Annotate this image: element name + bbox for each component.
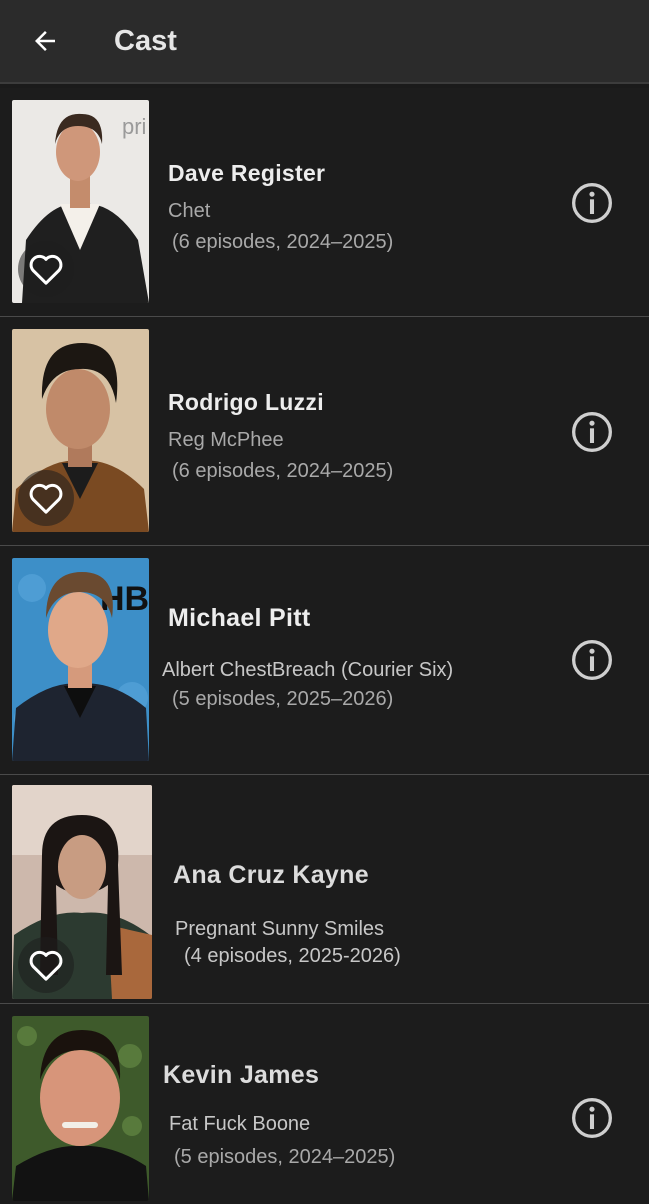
actor-photo[interactable] — [12, 329, 149, 532]
photo-watermark: pri — [122, 114, 146, 139]
info-button[interactable] — [570, 181, 614, 225]
info-button[interactable] — [570, 1096, 614, 1140]
heart-outline-icon — [29, 483, 63, 514]
cast-row-michael-pitt[interactable]: HBO Michael Pitt Albert ChestBreach (Cou… — [0, 546, 649, 775]
cast-row-ana-cruz-kayne[interactable]: Ana Cruz Kayne Pregnant Sunny Smiles (4 … — [0, 775, 649, 1004]
episode-count: (4 episodes, 2025-2026) — [184, 945, 401, 967]
info-button[interactable] — [570, 410, 614, 454]
back-button[interactable] — [0, 0, 90, 83]
favorite-button[interactable] — [18, 241, 74, 297]
character-name: Chet — [168, 200, 211, 222]
actor-photo[interactable] — [12, 785, 152, 999]
episode-count: (6 episodes, 2024–2025) — [172, 231, 394, 253]
character-name: Fat Fuck Boone — [169, 1113, 311, 1135]
episode-count: (5 episodes, 2025–2026) — [172, 688, 394, 710]
cast-list: pri Dave Register Chet (6 episodes, 2024… — [0, 88, 649, 1204]
info-icon — [572, 412, 612, 452]
actor-name: Rodrigo Luzzi — [168, 389, 324, 415]
character-name: Pregnant Sunny Smiles — [175, 918, 385, 940]
info-icon — [572, 1098, 612, 1138]
info-icon — [572, 183, 612, 223]
actor-name: Dave Register — [168, 160, 326, 186]
actor-name: Ana Cruz Kayne — [173, 861, 369, 889]
character-name: Reg McPhee — [168, 429, 284, 451]
actor-name: Kevin James — [163, 1061, 320, 1089]
heart-outline-icon — [29, 950, 63, 981]
episode-count: (6 episodes, 2024–2025) — [172, 460, 394, 482]
app-bar: Cast — [0, 0, 649, 84]
cast-row-rodrigo-luzzi[interactable]: Rodrigo Luzzi Reg McPhee (6 episodes, 20… — [0, 317, 649, 546]
favorite-button[interactable] — [18, 937, 74, 993]
info-icon — [572, 640, 612, 680]
actor-photo[interactable]: pri — [12, 100, 149, 303]
episode-count: (5 episodes, 2024–2025) — [174, 1146, 396, 1168]
page-title: Cast — [114, 24, 177, 57]
arrow-left-icon — [35, 31, 55, 51]
heart-outline-icon — [29, 254, 63, 285]
cast-row-kevin-james[interactable]: Kevin James Fat Fuck Boone (5 episodes, … — [0, 1004, 649, 1204]
cast-row-dave-register[interactable]: pri Dave Register Chet (6 episodes, 2024… — [0, 88, 649, 317]
character-name: Albert ChestBreach (Courier Six) — [162, 659, 454, 681]
actor-photo[interactable] — [12, 1016, 149, 1201]
actor-photo[interactable]: HBO — [12, 558, 149, 761]
info-button[interactable] — [570, 638, 614, 682]
favorite-button[interactable] — [18, 470, 74, 526]
actor-name: Michael Pitt — [168, 604, 311, 632]
